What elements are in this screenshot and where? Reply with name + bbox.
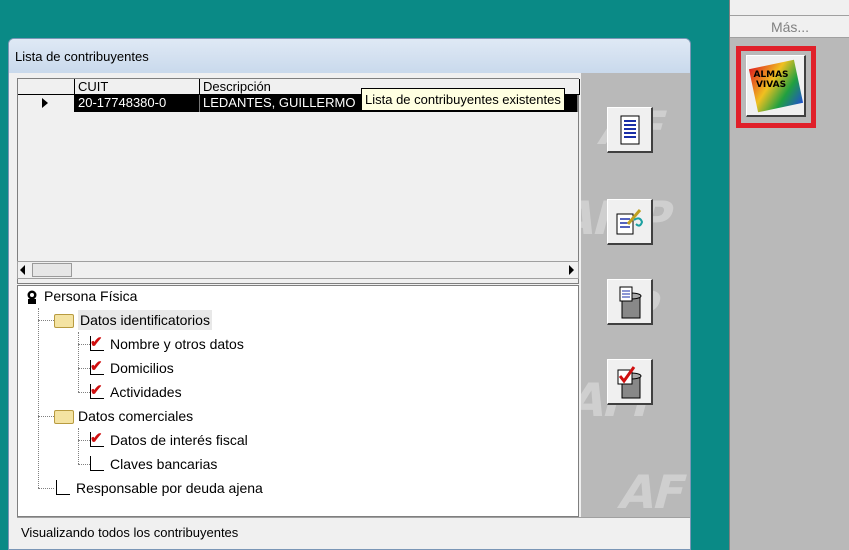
tree-node-datos-identificatorios[interactable]: Datos identificatorios [78, 310, 212, 330]
grid-header-selector [18, 79, 75, 95]
desktop-edge [0, 0, 8, 550]
person-icon [27, 290, 37, 304]
window-title: Lista de contribuyentes [15, 49, 149, 64]
grid-horizontal-scrollbar[interactable] [17, 261, 579, 279]
folder-icon [54, 314, 74, 328]
right-panel: Más... ALMAS VIVAS [729, 0, 849, 550]
tree-node-nombre[interactable]: Nombre y otros datos [110, 334, 244, 354]
scroll-right-icon[interactable] [569, 265, 574, 275]
tree-connector [38, 320, 54, 321]
status-bar: Visualizando todos los contribuyentes [17, 517, 690, 549]
almas-vivas-button[interactable]: ALMAS VIVAS [746, 55, 806, 117]
checkbox-checked-icon[interactable]: ✔ [90, 359, 104, 375]
checkbox-unchecked-icon[interactable] [90, 456, 104, 471]
row-selector[interactable] [18, 95, 75, 112]
checkbox-unchecked-icon[interactable] [56, 480, 70, 495]
tooltip: Lista de contribuyentes existentes [361, 88, 565, 111]
window-title-bar[interactable]: Lista de contribuyentes [9, 39, 690, 73]
tree-node-responsable-deuda[interactable]: Responsable por deuda ajena [76, 478, 263, 498]
edit-icon [616, 209, 644, 235]
delete-list-button[interactable] [607, 279, 653, 325]
tree-node-domicilios[interactable]: Domicilios [110, 358, 174, 378]
logo-text: ALMAS VIVAS [753, 70, 789, 90]
status-text: Visualizando todos los contribuyentes [21, 525, 239, 540]
contributors-window: Lista de contribuyentes AF AFIP IP AFI A… [8, 38, 691, 550]
trash-check-icon [617, 366, 642, 399]
checkbox-checked-icon[interactable]: ✔ [90, 383, 104, 399]
afip-watermark: AF [613, 465, 691, 519]
tree-node-datos-comerciales[interactable]: Datos comerciales [78, 406, 193, 426]
tree-connector [38, 308, 39, 488]
tree-node-actividades[interactable]: Actividades [110, 382, 182, 402]
scroll-left-icon[interactable] [20, 265, 25, 275]
tree-node-persona-fisica[interactable]: Persona Física [44, 286, 137, 306]
tree-node-datos-interes-fiscal[interactable]: Datos de interés fiscal [110, 430, 248, 450]
tree-connector [38, 488, 54, 489]
tree-connector [38, 416, 54, 417]
tree-node-claves-bancarias[interactable]: Claves bancarias [110, 454, 217, 474]
desktop-background [0, 0, 730, 38]
grid-header-cuit[interactable]: CUIT [75, 79, 200, 95]
trash-list-icon [619, 286, 642, 319]
tree-connector [78, 428, 79, 464]
edit-contributor-button[interactable] [607, 199, 653, 245]
current-row-arrow-icon [42, 98, 48, 108]
scroll-thumb[interactable] [32, 263, 72, 277]
tree-connector [78, 332, 79, 392]
list-contributors-button[interactable] [607, 107, 653, 153]
mas-button[interactable]: Más... [730, 16, 849, 38]
folder-icon [54, 410, 74, 424]
checkbox-checked-icon[interactable]: ✔ [90, 431, 104, 447]
checkbox-checked-icon[interactable]: ✔ [90, 335, 104, 351]
cell-cuit[interactable]: 20-17748380-0 [75, 95, 200, 112]
list-icon [620, 115, 640, 145]
contributor-data-tree[interactable]: Persona Física Datos identificatorios ✔ … [17, 285, 579, 517]
delete-check-button[interactable] [607, 359, 653, 405]
panel-header [730, 0, 849, 16]
